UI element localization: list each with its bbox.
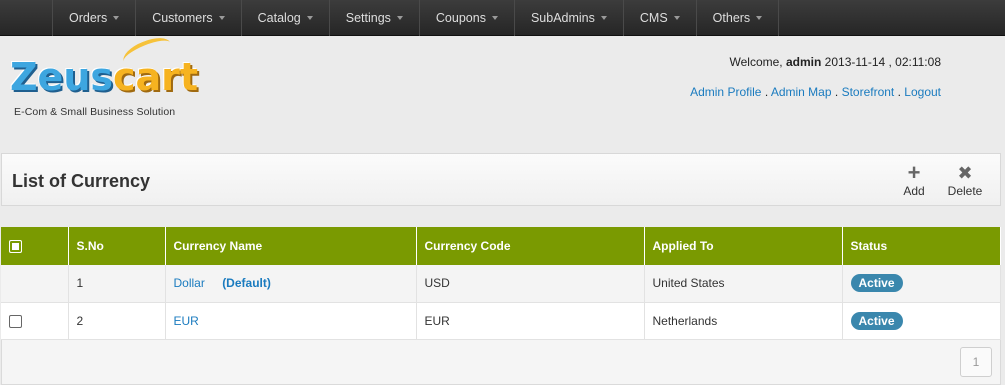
sno-cell: 2 [68,302,166,340]
welcome-prefix: Welcome, [729,55,783,69]
storefront-link[interactable]: Storefront [842,85,895,99]
caret-down-icon [491,16,498,20]
column-header-sno[interactable]: S.No [68,227,166,265]
link-separator: . [834,85,839,99]
logo-tagline: E-Com & Small Business Solution [14,106,176,118]
link-separator: . [764,85,769,99]
row-checkbox[interactable] [9,314,22,328]
currency-name-link[interactable]: EUR [174,314,199,328]
nav-item-others[interactable]: Others [697,0,780,36]
row-select-cell [1,302,69,340]
nav-item-catalog[interactable]: Catalog [242,0,330,36]
logout-link[interactable]: Logout [904,85,941,99]
admin-profile-link[interactable]: Admin Profile [690,85,761,99]
table-header-row: S.No Currency Name Currency Code Applied… [1,227,1001,265]
add-label: Add [903,184,925,198]
currency-name-link[interactable]: Dollar [174,276,205,290]
caret-down-icon [756,16,763,20]
status-cell: Active [842,302,1001,340]
nav-item-label: Catalog [257,11,301,25]
row-select-cell [1,265,69,303]
currency-name-cell: Dollar (Default) [165,265,417,303]
caret-down-icon [306,16,313,20]
currency-table-container: S.No Currency Name Currency Code Applied… [1,227,1001,385]
default-tag: (Default) [222,276,271,291]
nav-item-cms[interactable]: CMS [624,0,697,36]
applied-to-cell: Netherlands [644,302,843,340]
nav-item-label: Orders [69,11,108,25]
add-button[interactable]: + Add [889,160,939,199]
delete-button[interactable]: ✖ Delete [940,162,990,198]
page-title: List of Currency [12,171,151,191]
close-icon: ✖ [957,163,973,183]
nav-item-label: Others [712,11,751,25]
status-cell: Active [842,265,1001,303]
select-all-checkbox[interactable] [9,240,22,254]
table-row: 1 Dollar (Default) USD United States Act… [1,265,1001,303]
table-row: 2 EUR EUR Netherlands Active [1,302,1001,340]
admin-links: Admin Profile . Admin Map . Storefront .… [690,85,941,99]
currency-code-cell: USD [416,265,645,303]
applied-to-cell: United States [644,265,843,303]
nav-item-coupons[interactable]: Coupons [420,0,515,36]
link-separator: . [897,85,901,99]
logo-wordmark: Zeuscart [10,55,199,99]
select-all-header [1,227,69,265]
nav-item-label: Settings [345,11,391,25]
caret-down-icon [113,16,120,20]
delete-label: Delete [947,184,983,198]
nav-item-settings[interactable]: Settings [330,0,420,36]
nav-item-label: Customers [152,11,213,25]
welcome-message: Welcome, admin 2013-11-14 , 02:11:08 [730,55,942,69]
admin-map-link[interactable]: Admin Map [771,85,832,99]
pagination-page-button[interactable]: 1 [960,347,992,377]
column-header-status[interactable]: Status [842,227,1001,265]
column-header-currency-name[interactable]: Currency Name [165,227,417,265]
plus-icon: + [907,160,921,185]
status-badge[interactable]: Active [850,311,903,330]
top-navbar: Orders Customers Catalog Settings Coupon… [0,0,1005,36]
nav-item-subadmins[interactable]: SubAdmins [515,0,624,36]
column-header-applied-to[interactable]: Applied To [644,227,843,265]
nav-item-label: CMS [639,11,668,25]
nav-menu: Orders Customers Catalog Settings Coupon… [52,0,780,36]
nav-item-customers[interactable]: Customers [136,0,242,36]
caret-down-icon [218,16,225,20]
nav-item-label: SubAdmins [530,11,595,25]
username: admin [785,55,822,69]
page-header: Zeuscart E-Com & Small Business Solution… [0,32,1005,147]
column-header-currency-code[interactable]: Currency Code [416,227,645,265]
zeuscart-logo[interactable]: Zeuscart E-Com & Small Business Solution [10,32,198,120]
panel-header: List of Currency + Add ✖ Delete [1,153,1001,206]
sno-cell: 1 [68,265,166,303]
caret-down-icon [396,16,403,20]
caret-down-icon [673,16,680,20]
currency-name-cell: EUR [165,302,417,340]
currency-table: S.No Currency Name Currency Code Applied… [1,227,1001,340]
caret-down-icon [600,16,607,20]
nav-item-label: Coupons [435,11,486,25]
login-datetime: 2013-11-14 , 02:11:08 [824,55,941,69]
status-badge[interactable]: Active [850,274,903,293]
nav-item-orders[interactable]: Orders [53,0,137,36]
currency-code-cell: EUR [416,302,645,340]
